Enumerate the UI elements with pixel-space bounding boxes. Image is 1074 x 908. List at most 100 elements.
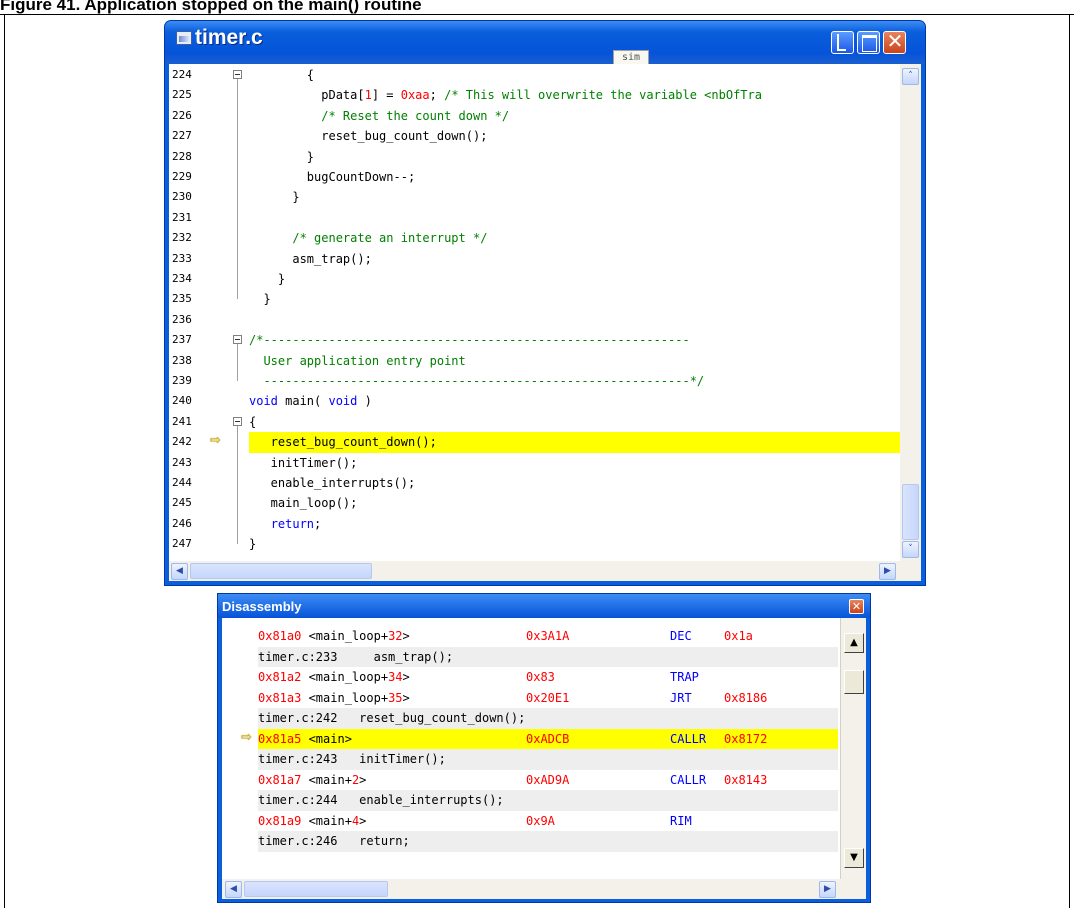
line-number: 229 (172, 170, 192, 183)
code-line[interactable]: void main( void ) (249, 391, 900, 411)
disassembly-vertical-scroll-thumb[interactable] (844, 670, 864, 694)
comment-token: /*--------------------------------------… (249, 333, 690, 348)
code-line[interactable]: ----------------------------------------… (249, 371, 900, 391)
keyword-token: void (328, 394, 358, 409)
minimize-button[interactable] (831, 31, 854, 54)
disassembly-scroll-down-button[interactable]: ▼ (844, 848, 864, 868)
code-line[interactable]: pData[1] = 0xaa; /* This will overwrite … (249, 85, 900, 105)
code-line[interactable]: } (249, 147, 900, 167)
code-token: ; (429, 88, 445, 103)
line-number: 244 (172, 476, 192, 489)
disassembly-instruction-row[interactable]: 0x81a7 <main+2> 0xAD9A CALLR 0x8143 (258, 770, 838, 791)
address-symbol-end: > (402, 690, 410, 705)
code-token: } (249, 149, 315, 164)
disassembly-scroll-right-button[interactable]: ▶ (819, 881, 836, 898)
code-line[interactable]: { (249, 65, 900, 85)
instruction-address: 0x81a3 <main_loop+35> (258, 688, 410, 709)
code-line[interactable]: bugCountDown--; (249, 167, 900, 187)
code-line[interactable]: } (249, 187, 900, 207)
line-number: 243 (172, 455, 192, 469)
code-line[interactable]: initTimer(); (249, 453, 900, 473)
figure-heading: Figure 41. Application stopped on the ma… (0, 0, 422, 14)
line-number: 241 (172, 414, 192, 428)
instruction-address: 0x81a5 <main> (258, 729, 352, 750)
code-line[interactable]: reset_bug_count_down(); (249, 126, 900, 146)
code-line[interactable]: } (249, 269, 900, 289)
scroll-right-button[interactable]: ▶ (879, 563, 896, 580)
disassembly-horizontal-scroll-thumb[interactable] (244, 881, 388, 897)
resize-grip[interactable] (900, 561, 921, 581)
code-line[interactable]: } (249, 289, 900, 309)
source-file-icon (176, 31, 192, 45)
disassembly-title: Disassembly (222, 599, 302, 614)
code-line[interactable] (249, 208, 900, 228)
opcode: 0x83 (526, 670, 555, 684)
editor-vertical-scrollbar[interactable]: ˄ ˅ (900, 64, 921, 561)
line-number: 245 (172, 496, 192, 510)
address-value: 0x81a0 (258, 629, 302, 643)
disassembly-title-bar[interactable]: Disassembly ✕ (218, 594, 870, 618)
disassembly-resize-grip[interactable] (840, 879, 866, 899)
code-line[interactable]: enable_interrupts(); (249, 473, 900, 493)
address-value: 0x81a5 (258, 731, 302, 746)
code-line[interactable]: main_loop(); (249, 493, 900, 513)
editor-title-bar[interactable]: timer.c sim ✕ (165, 21, 925, 66)
code-line[interactable] (249, 310, 900, 330)
mnemonic: TRAP (670, 670, 699, 684)
code-token: ) (357, 394, 372, 409)
comment-token: /* generate an interrupt */ (292, 231, 488, 246)
fold-toggle-icon[interactable] (233, 416, 242, 426)
scroll-left-button[interactable]: ◀ (171, 563, 188, 580)
disassembly-source-row[interactable]: timer.c:244 enable_interrupts(); (258, 790, 838, 811)
address-offset: 34 (388, 670, 403, 684)
code-token: } (249, 292, 271, 307)
number-token: 1 (364, 88, 372, 103)
fold-toggle-icon[interactable] (233, 335, 242, 345)
instruction-address: 0x81a7 <main+2> (258, 770, 366, 791)
line-number: 238 (172, 353, 192, 367)
address-value: 0x81a9 (258, 813, 302, 828)
disassembly-instruction-row[interactable]: 0x81a0 <main_loop+32> 0x3A1A DEC 0x1a (258, 626, 838, 647)
disassembly-source-row[interactable]: timer.c:242 reset_bug_count_down(); (258, 708, 838, 729)
opcode: 0xADCB (526, 731, 570, 746)
comment-token: User application entry point (249, 353, 466, 368)
disassembly-instruction-row[interactable]: 0x81a2 <main_loop+34> 0x83 TRAP (258, 667, 838, 688)
line-number: 239 (172, 374, 192, 387)
line-number: 246 (172, 516, 192, 530)
code-line[interactable]: /* Reset the count down */ (249, 106, 900, 126)
disassembly-instruction-row[interactable]: 0x81a3 <main_loop+35> 0x20E1 JRT 0x8186 (258, 688, 838, 709)
disassembly-scroll-up-button[interactable]: ▲ (844, 633, 864, 653)
code-line[interactable]: asm_trap(); (249, 249, 900, 269)
disassembly-source-row[interactable]: timer.c:233 asm_trap(); (258, 646, 838, 667)
disassembly-horizontal-scrollbar[interactable]: ◀ ▶ (222, 879, 840, 899)
code-line[interactable]: reset_bug_count_down(); (249, 432, 900, 453)
fold-toggle-icon[interactable] (233, 70, 242, 79)
line-number: 231 (172, 210, 192, 224)
maximize-button[interactable] (857, 31, 880, 54)
keyword-token: return (270, 516, 315, 531)
code-line[interactable]: return; (249, 514, 900, 534)
code-line[interactable]: User application entry point (249, 351, 900, 371)
disassembly-close-button[interactable]: ✕ (849, 599, 864, 614)
code-line[interactable]: } (249, 534, 900, 554)
editor-horizontal-scroll-thumb[interactable] (190, 563, 372, 579)
disassembly-instruction-row[interactable]: 0x81a5 <main> 0xADCB CALLR 0x8172 (258, 728, 838, 750)
code-line[interactable]: { (249, 412, 900, 432)
disassembly-client[interactable]: ▲ ▼ ◀ ▶ 0x81a0 <main_loop+32> 0x3A1A DEC 0x… (222, 618, 866, 899)
editor-horizontal-scrollbar[interactable]: ◀ ▶ (169, 561, 900, 581)
editor-vertical-scroll-thumb[interactable] (902, 484, 919, 540)
scroll-up-button[interactable]: ˄ (902, 68, 919, 85)
code-line[interactable]: /* generate an interrupt */ (249, 228, 900, 248)
code-area[interactable]: { pData[1] = 0xaa; /* This will overwrit… (249, 64, 900, 561)
disassembly-vertical-scrollbar[interactable]: ▲ ▼ (840, 618, 866, 879)
code-token: { (249, 68, 315, 82)
address-symbol: <main+ (301, 772, 352, 787)
close-button[interactable]: ✕ (883, 30, 906, 54)
disassembly-scroll-left-button[interactable]: ◀ (225, 881, 242, 898)
disassembly-source-row[interactable]: timer.c:246 return; (258, 831, 838, 852)
code-token: reset_bug_count_down(); (249, 435, 437, 450)
disassembly-instruction-row[interactable]: 0x81a9 <main+4> 0x9A RIM (258, 811, 838, 832)
disassembly-source-row[interactable]: timer.c:243 initTimer(); (258, 749, 838, 770)
scroll-down-button[interactable]: ˅ (902, 541, 919, 558)
code-line[interactable]: /*--------------------------------------… (249, 330, 900, 350)
